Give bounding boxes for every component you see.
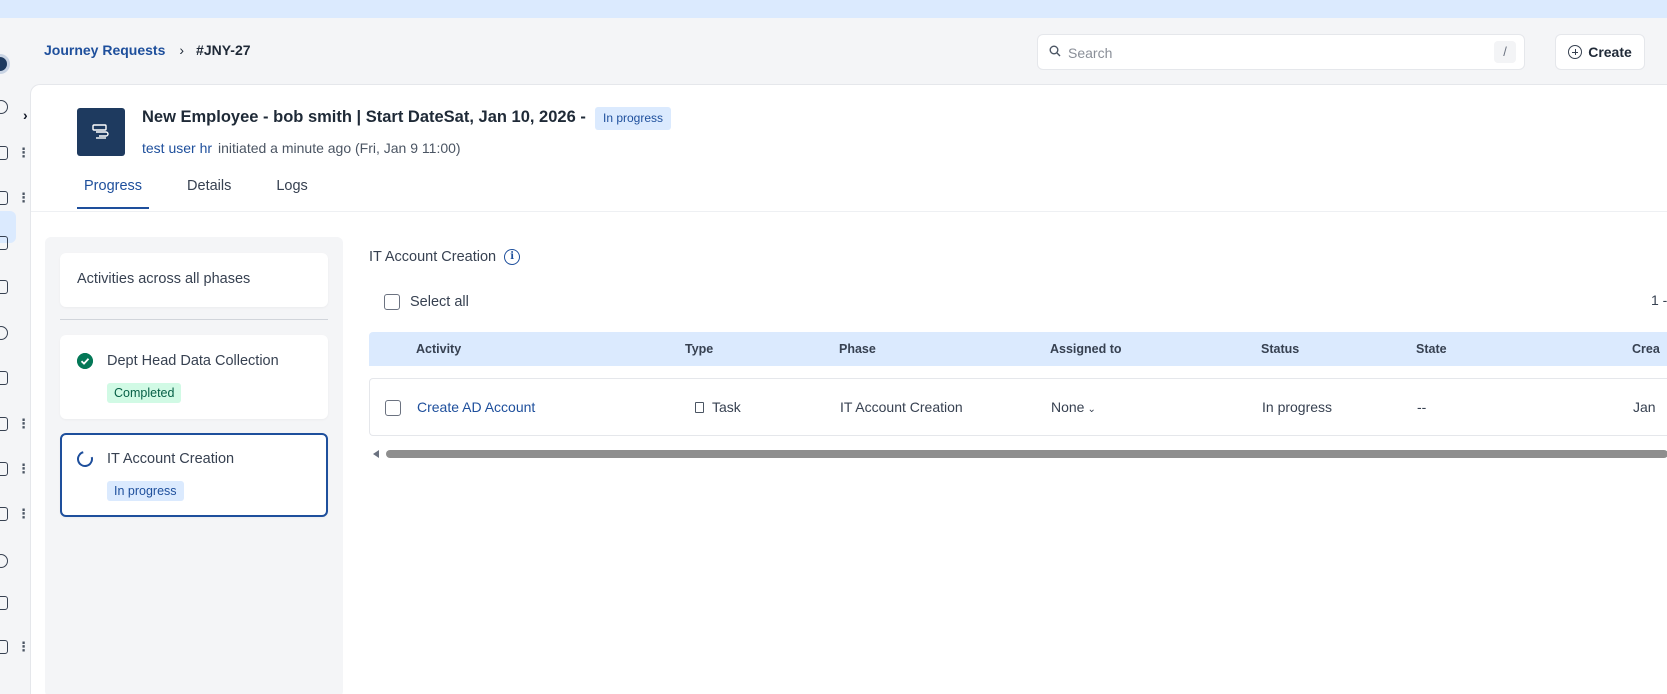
page-title: New Employee - bob smith | Start DateSat… (142, 108, 586, 126)
activity-type-label: Task (712, 399, 741, 415)
rail-nav-icon[interactable] (0, 462, 8, 476)
column-header-state[interactable]: State (1416, 342, 1447, 356)
top-bar: Journey Requests › #JNY-27 / Create (30, 18, 1667, 84)
column-header-status[interactable]: Status (1261, 342, 1299, 356)
phase-title: Dept Head Data Collection (107, 353, 279, 369)
activity-link[interactable]: Create AD Account (417, 399, 535, 415)
chevron-right-icon: › (179, 42, 185, 58)
select-all-control[interactable]: Select all (384, 294, 469, 310)
activity-phase: IT Account Creation (840, 399, 963, 415)
rail-nav-icon[interactable] (0, 417, 8, 431)
app-logo[interactable] (0, 54, 10, 74)
phase-all-activities[interactable]: Activities across all phases (60, 253, 328, 307)
section-title-text: IT Account Creation (369, 249, 497, 265)
phase-all-label: Activities across all phases (77, 271, 251, 287)
create-button-label: Create (1588, 44, 1632, 60)
main-panel: › New Employee - bob smith | Start DateS… (23, 84, 1667, 694)
pagination-text: 1 - (1651, 292, 1667, 308)
column-header-activity[interactable]: Activity (416, 342, 461, 356)
tabs-divider (31, 211, 1667, 212)
search-icon (1049, 45, 1061, 57)
select-all-label: Select all (410, 294, 469, 310)
tab-details[interactable]: Details (180, 173, 238, 209)
plus-circle-icon (1568, 45, 1583, 59)
activity-type: Task (695, 399, 741, 415)
rail-nav-icon[interactable] (0, 371, 8, 385)
phase-divider (60, 319, 328, 320)
phase-item-it-account[interactable]: IT Account Creation In progress (60, 433, 328, 517)
breadcrumb-current: #JNY-27 (196, 42, 251, 58)
info-icon[interactable]: i (504, 249, 521, 265)
phase-item-dept-head[interactable]: Dept Head Data Collection Completed (60, 335, 328, 419)
journey-icon (77, 108, 125, 156)
rail-nav-icon[interactable] (0, 507, 8, 521)
horizontal-scrollbar[interactable] (369, 448, 1667, 460)
rail-nav-icon[interactable] (0, 236, 8, 250)
rail-nav-icon[interactable] (0, 640, 8, 654)
rail-nav-icon[interactable] (0, 326, 8, 340)
rail-more-icon[interactable]: ⋮ (17, 640, 30, 653)
assigned-to-value: None (1051, 399, 1085, 415)
table-row: Create AD Account Task IT Account Creati… (369, 378, 1667, 436)
chevron-down-icon: ⌄ (1087, 404, 1096, 415)
column-header-type[interactable]: Type (685, 342, 713, 356)
initiator-user-link[interactable]: test user hr (142, 140, 212, 156)
rail-more-icon[interactable]: ⋮ (17, 417, 30, 430)
rail-more-icon[interactable]: ⋮ (17, 191, 30, 204)
check-circle-icon (77, 353, 93, 369)
rail-more-icon[interactable]: ⋮ (17, 462, 30, 475)
rail-more-icon[interactable]: ⋮ (17, 146, 30, 159)
search-shortcut-hint: / (1494, 41, 1516, 63)
rail-nav-icon[interactable] (0, 596, 8, 610)
search-box[interactable]: / (1037, 34, 1525, 70)
rail-nav-icon[interactable] (0, 146, 8, 160)
breadcrumb-journey-requests[interactable]: Journey Requests (44, 42, 165, 58)
scrollbar-thumb[interactable] (386, 450, 1667, 458)
phase-status-badge: In progress (107, 481, 184, 501)
column-header-assigned-to[interactable]: Assigned to (1050, 342, 1122, 356)
rail-nav-icon[interactable] (0, 554, 8, 568)
phases-column: Activities across all phases Dept Head D… (45, 237, 343, 694)
create-button[interactable]: Create (1555, 34, 1645, 70)
phase-status-badge: Completed (107, 383, 182, 403)
initiator-line: test user hr initiated a minute ago (Fri,… (142, 140, 461, 156)
activity-state: -- (1417, 399, 1427, 415)
table-header: Activity Type Phase Assigned to Status S… (369, 332, 1667, 366)
phase-title: IT Account Creation (107, 451, 235, 467)
search-input[interactable] (1068, 42, 1468, 64)
rail-nav-icon[interactable] (0, 280, 8, 294)
tab-logs[interactable]: Logs (269, 173, 314, 209)
activities-section-title: IT Account Creation i (369, 249, 521, 265)
column-header-phase[interactable]: Phase (839, 342, 876, 356)
initiated-time: initiated a minute ago (Fri, Jan 9 11:00… (218, 140, 461, 156)
tab-bar: Progress Details Logs (77, 173, 346, 209)
spinner-icon (74, 448, 96, 470)
scroll-left-arrow-icon[interactable] (373, 450, 379, 458)
status-badge: In progress (595, 107, 672, 130)
activity-created: Jan (1633, 399, 1656, 415)
rail-home-icon[interactable] (0, 100, 8, 114)
tab-progress[interactable]: Progress (77, 173, 150, 209)
select-all-checkbox[interactable] (384, 294, 400, 310)
rail-more-icon[interactable]: ⋮ (17, 507, 30, 520)
column-header-created[interactable]: Crea (1632, 342, 1660, 356)
top-banner (0, 0, 1667, 18)
activity-status: In progress (1262, 399, 1333, 415)
row-checkbox[interactable] (385, 400, 401, 416)
expand-sidebar-chevron-icon[interactable]: › (23, 107, 39, 123)
assigned-to-dropdown[interactable]: None ⌄ (1051, 399, 1096, 415)
rail-journey-icon[interactable] (0, 191, 8, 205)
task-icon (695, 402, 704, 413)
breadcrumb: Journey Requests › #JNY-27 (44, 42, 251, 58)
